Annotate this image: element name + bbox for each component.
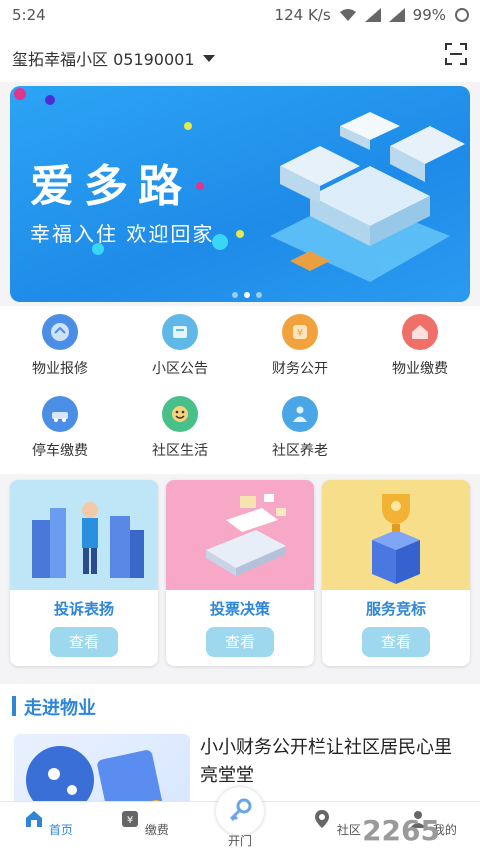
service-repair[interactable]: 物业报修 [10, 314, 110, 378]
network-speed: 124 K/s [274, 6, 331, 24]
card-illustration [322, 480, 470, 590]
service-label: 小区公告 [152, 361, 208, 377]
carousel-dot[interactable] [232, 292, 238, 298]
card-title: 投票决策 [209, 600, 270, 618]
card-illustration [166, 480, 314, 590]
service-grid: 物业报修 小区公告 ¥ 财务公开 物业缴费 停车缴费 社区生活 社区养老 [0, 306, 480, 474]
status-time: 5:24 [12, 6, 46, 24]
tab-label: 开门 [227, 834, 252, 848]
payment-icon: ¥ [122, 811, 139, 827]
battery-icon [455, 8, 469, 22]
signal-icon [364, 8, 381, 22]
carousel-dots [232, 292, 262, 298]
community-icon [315, 810, 330, 828]
status-right: 124 K/s 99% [275, 6, 470, 24]
tab-payment[interactable]: ¥ 缴费 [104, 808, 184, 838]
finance-icon: ¥ [282, 314, 318, 350]
news-title[interactable]: 小小财务公开栏让社区居民心里亮堂堂 [200, 734, 468, 790]
view-button[interactable]: 查看 [50, 627, 118, 657]
battery-percent: 99% [412, 6, 446, 24]
service-finance[interactable]: ¥ 财务公开 [250, 314, 350, 378]
tab-home[interactable]: 首页 [8, 808, 88, 838]
tab-label: 首页 [48, 823, 73, 837]
banner-carousel[interactable]: 爱多路 幸福入住 欢迎回家 [10, 86, 470, 302]
open-door-button[interactable] [216, 787, 264, 835]
tab-label: 缴费 [144, 823, 169, 837]
signal-4g-icon [388, 8, 405, 22]
service-label: 物业报修 [32, 361, 88, 377]
tab-label: 社区 [336, 823, 361, 837]
card-complaint[interactable]: 投诉表扬 查看 [10, 480, 158, 666]
svg-text:¥: ¥ [297, 328, 303, 339]
service-community-life[interactable]: 社区生活 [130, 396, 230, 460]
house-pay-icon [402, 314, 438, 350]
banner-title: 爱多路 [30, 161, 192, 212]
service-parking[interactable]: 停车缴费 [10, 396, 110, 460]
service-label: 财务公开 [272, 361, 328, 377]
card-title: 投诉表扬 [53, 600, 114, 618]
key-icon [229, 798, 252, 822]
home-icon [26, 811, 43, 827]
header: 玺拓幸福小区 05190001 [0, 30, 480, 82]
service-label: 社区养老 [272, 443, 328, 459]
notice-icon [162, 314, 198, 350]
chevron-down-icon [202, 54, 215, 62]
community-selector[interactable]: 玺拓幸福小区 05190001 [12, 46, 215, 70]
scan-icon[interactable] [444, 42, 468, 66]
card-bidding[interactable]: 服务竞标 查看 [322, 480, 470, 666]
card-title: 服务竞标 [365, 600, 426, 618]
service-elder-care[interactable]: 社区养老 [250, 396, 350, 460]
section-accent-bar [12, 696, 16, 716]
smile-icon [162, 396, 198, 432]
wifi-icon [339, 9, 356, 21]
feature-cards: 投诉表扬 查看 投票决策 查看 服务竞标 查看 [0, 474, 480, 680]
watermark-logo: 2265 [362, 814, 440, 847]
carousel-dot[interactable] [256, 292, 262, 298]
view-button[interactable]: 查看 [206, 627, 274, 657]
banner-subtitle: 幸福入住 欢迎回家 [30, 222, 215, 246]
svg-text:¥: ¥ [127, 815, 133, 826]
repair-icon [42, 314, 78, 350]
service-label: 物业缴费 [392, 361, 448, 377]
community-name: 玺拓幸福小区 05190001 [12, 50, 195, 69]
car-icon [42, 396, 78, 432]
section-title: 走进物业 [24, 698, 96, 719]
elder-icon [282, 396, 318, 432]
card-vote[interactable]: 投票决策 查看 [166, 480, 314, 666]
status-bar: 5:24 124 K/s 99% [0, 0, 480, 30]
carousel-dot-active[interactable] [244, 292, 250, 298]
service-notice[interactable]: 小区公告 [130, 314, 230, 378]
service-property-fee[interactable]: 物业缴费 [370, 314, 470, 378]
card-illustration [10, 480, 158, 590]
service-label: 社区生活 [152, 443, 208, 459]
service-label: 停车缴费 [32, 443, 88, 459]
view-button[interactable]: 查看 [362, 627, 430, 657]
